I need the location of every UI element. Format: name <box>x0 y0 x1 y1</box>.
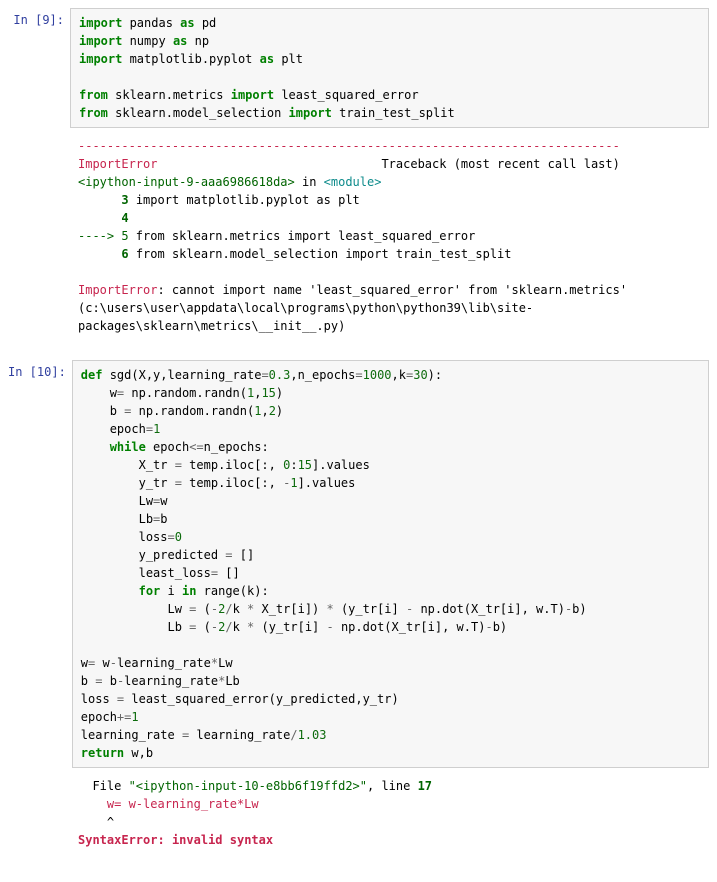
input-prompt: In [9]: <box>8 8 70 128</box>
code-input[interactable]: import pandas as pd import numpy as np i… <box>70 8 709 128</box>
cell-spacer <box>8 344 709 360</box>
code-cell: In [9]:import pandas as pd import numpy … <box>8 8 709 128</box>
input-prompt: In [10]: <box>8 360 72 768</box>
code-output: ----------------------------------------… <box>70 132 709 340</box>
output-cell: ----------------------------------------… <box>8 132 709 340</box>
code-cell: In [10]:def sgd(X,y,learning_rate=0.3,n_… <box>8 360 709 768</box>
code-input[interactable]: def sgd(X,y,learning_rate=0.3,n_epochs=1… <box>72 360 709 768</box>
output-prompt <box>8 772 70 854</box>
code-output: File "<ipython-input-10-e8bb6f19ffd2>", … <box>70 772 709 854</box>
output-cell: File "<ipython-input-10-e8bb6f19ffd2>", … <box>8 772 709 854</box>
output-prompt <box>8 132 70 340</box>
notebook-container: In [9]:import pandas as pd import numpy … <box>8 8 709 874</box>
cell-spacer <box>8 858 709 874</box>
